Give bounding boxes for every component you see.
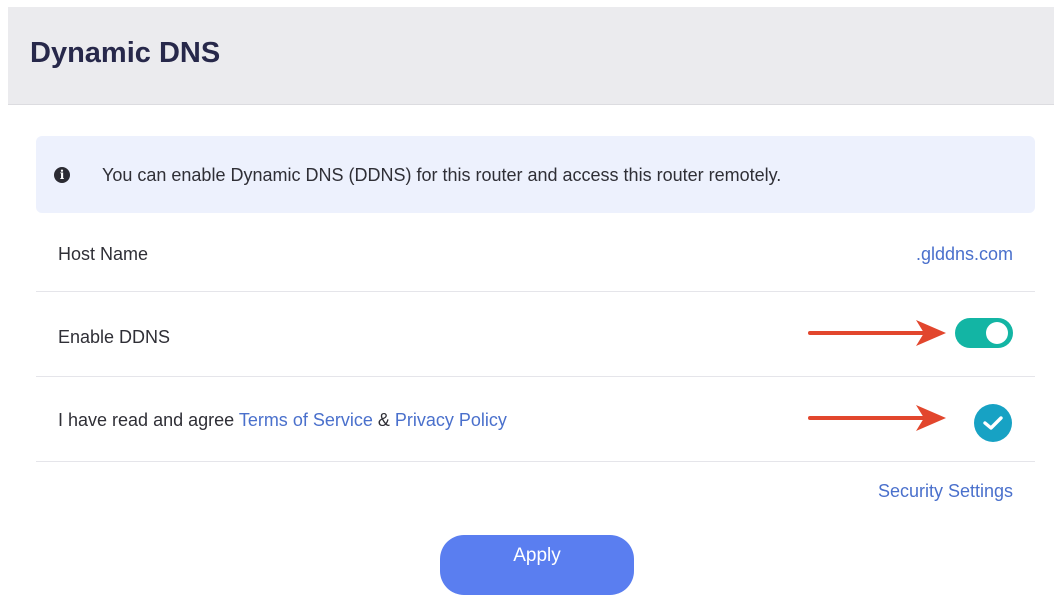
notice-text: You can enable Dynamic DNS (DDNS) for th… (102, 165, 782, 185)
info-notice: i You can enable Dynamic DNS (DDNS) for … (36, 136, 1035, 213)
apply-button[interactable]: Apply (440, 535, 634, 595)
toggle-knob (986, 322, 1008, 344)
agree-terms-label: I have read and agree Terms of Service &… (58, 410, 507, 431)
enable-ddns-label: Enable DDNS (58, 327, 171, 347)
ampersand-text: & (372, 410, 395, 430)
terms-of-service-link[interactable]: Terms of Service (239, 410, 373, 430)
host-name-row: Host Name .glddns.com (36, 212, 1035, 292)
annotation-arrow-icon (808, 405, 946, 431)
annotation-arrow-icon (808, 320, 946, 346)
agree-checkbox[interactable] (974, 404, 1012, 442)
enable-ddns-row: Enable DDNS (36, 292, 1035, 377)
agree-terms-row: I have read and agree Terms of Service &… (36, 377, 1035, 462)
info-icon: i (54, 167, 70, 183)
agree-prefix-text: I have read and agree (58, 410, 239, 430)
privacy-policy-link[interactable]: Privacy Policy (395, 410, 507, 430)
security-settings-link[interactable]: Security Settings (878, 481, 1013, 502)
host-name-label: Host Name (58, 244, 149, 264)
checkmark-icon (983, 416, 1003, 430)
host-name-value[interactable]: .glddns.com (916, 244, 1013, 265)
page-header: Dynamic DNS (8, 7, 1054, 105)
enable-ddns-toggle[interactable] (955, 318, 1013, 348)
page-title: Dynamic DNS (30, 37, 221, 69)
